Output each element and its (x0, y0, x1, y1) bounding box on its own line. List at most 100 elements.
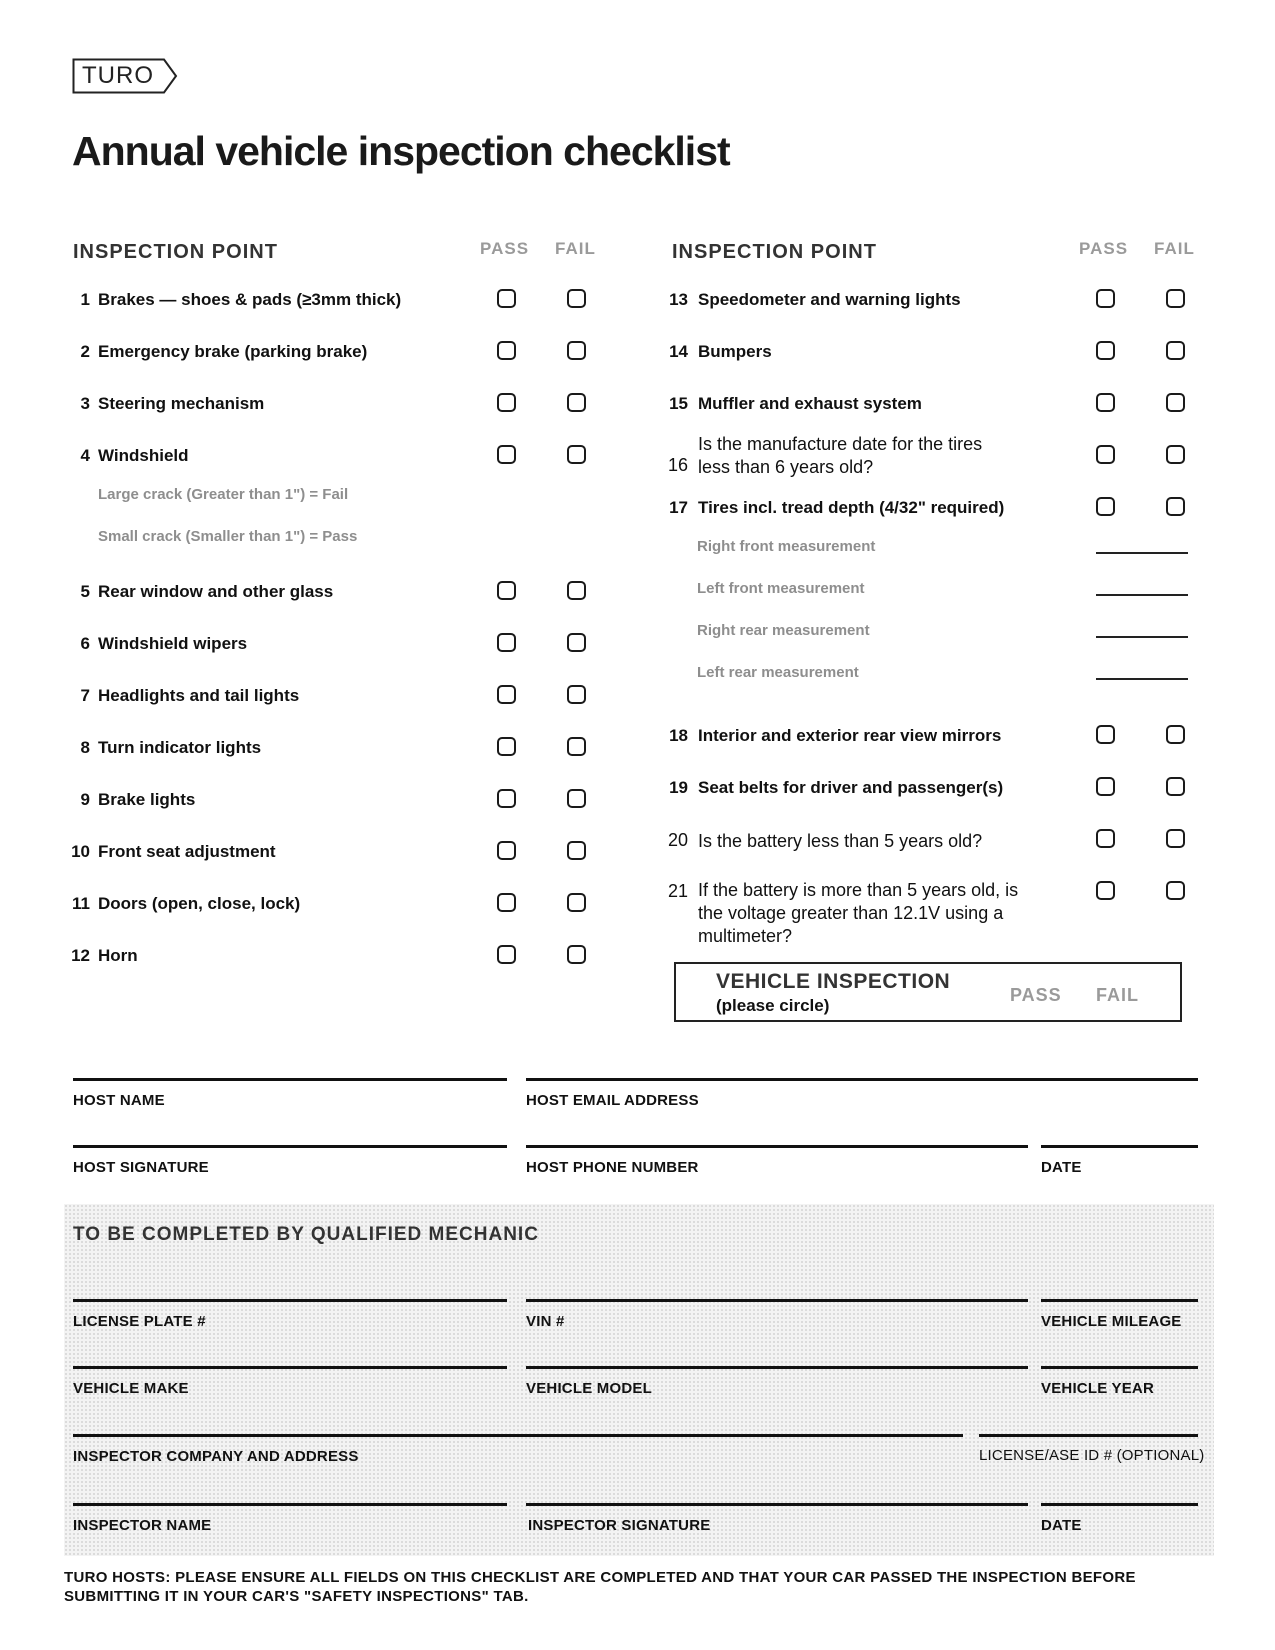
mileage-line[interactable] (1041, 1299, 1198, 1302)
host-name-line[interactable] (73, 1078, 507, 1081)
checklist-row: 20 Is the battery less than 5 years old? (658, 827, 1218, 853)
footer-note: TURO HOSTS: PLEASE ENSURE ALL FIELDS ON … (64, 1569, 1136, 1605)
pass-checkbox[interactable] (1096, 341, 1115, 360)
pass-checkbox[interactable] (497, 841, 516, 860)
pass-checkbox[interactable] (497, 289, 516, 308)
pass-checkbox[interactable] (1096, 497, 1115, 516)
host-email-line[interactable] (526, 1078, 1198, 1081)
vehicle-year-line[interactable] (1041, 1366, 1198, 1369)
pass-checkbox[interactable] (1096, 881, 1115, 900)
fail-checkbox[interactable] (567, 945, 586, 964)
pass-checkbox[interactable] (497, 945, 516, 964)
fail-checkbox[interactable] (567, 685, 586, 704)
vehicle-inspection-fail[interactable]: FAIL (1096, 985, 1139, 1006)
item-number: 3 (80, 394, 90, 413)
inspector-company-line[interactable] (73, 1434, 963, 1437)
pass-checkbox[interactable] (1096, 289, 1115, 308)
fail-checkbox[interactable] (1166, 393, 1185, 412)
inspector-signature-line[interactable] (526, 1503, 1028, 1506)
inspector-name-label: INSPECTOR NAME (73, 1517, 212, 1534)
fail-checkbox[interactable] (567, 581, 586, 600)
item-number: 13 (669, 290, 688, 309)
fail-checkbox[interactable] (567, 737, 586, 756)
host-phone-label: HOST PHONE NUMBER (526, 1159, 699, 1176)
pass-checkbox[interactable] (497, 445, 516, 464)
checklist-row: 4 Windshield (60, 443, 620, 469)
license-plate-line[interactable] (73, 1299, 507, 1302)
item-number: 21 (667, 881, 688, 901)
fail-checkbox[interactable] (567, 341, 586, 360)
tread-measurement-field[interactable] (1096, 636, 1188, 638)
fail-checkbox[interactable] (567, 893, 586, 912)
item-label: Brakes — shoes & pads (≥3mm thick) (98, 290, 402, 309)
pass-checkbox[interactable] (1096, 725, 1115, 744)
fail-checkbox[interactable] (1166, 777, 1185, 796)
fail-checkbox[interactable] (567, 841, 586, 860)
item-label: Windshield wipers (98, 634, 248, 653)
host-email-label: HOST EMAIL ADDRESS (526, 1092, 699, 1109)
pass-checkbox[interactable] (1096, 445, 1115, 464)
inspector-date-label: DATE (1041, 1517, 1082, 1534)
vehicle-model-line[interactable] (526, 1366, 1028, 1369)
pass-checkbox[interactable] (497, 581, 516, 600)
item-number: 2 (80, 342, 90, 361)
item-label: Brake lights (98, 790, 196, 809)
pass-checkbox[interactable] (1096, 393, 1115, 412)
item-label: Steering mechanism (98, 394, 265, 413)
fail-checkbox[interactable] (1166, 881, 1185, 900)
pass-checkbox[interactable] (497, 393, 516, 412)
pass-checkbox[interactable] (497, 789, 516, 808)
checklist-row: 19 Seat belts for driver and passenger(s) (658, 775, 1218, 801)
right-fail-header: FAIL (1154, 239, 1195, 258)
fail-checkbox[interactable] (1166, 725, 1185, 744)
item-number: 12 (71, 946, 90, 965)
host-date-label: DATE (1041, 1159, 1082, 1176)
item-number: 1 (80, 290, 90, 309)
fail-checkbox[interactable] (1166, 445, 1185, 464)
vin-line[interactable] (526, 1299, 1028, 1302)
host-date-line[interactable] (1041, 1145, 1198, 1148)
pass-checkbox[interactable] (497, 737, 516, 756)
license-ase-line[interactable] (979, 1434, 1198, 1437)
checklist-row: 14 Bumpers (658, 339, 1218, 365)
pass-checkbox[interactable] (1096, 829, 1115, 848)
host-signature-line[interactable] (73, 1145, 507, 1148)
inspector-name-line[interactable] (73, 1503, 507, 1506)
fail-checkbox[interactable] (567, 393, 586, 412)
tread-measurement-field[interactable] (1096, 594, 1188, 596)
item-number: 16 (667, 455, 688, 475)
fail-checkbox[interactable] (567, 789, 586, 808)
fail-checkbox[interactable] (1166, 341, 1185, 360)
checklist-row: 15 Muffler and exhaust system (658, 391, 1218, 417)
inspector-date-line[interactable] (1041, 1503, 1198, 1506)
pass-checkbox[interactable] (1096, 777, 1115, 796)
item-number: 10 (71, 842, 90, 861)
pass-checkbox[interactable] (497, 893, 516, 912)
right-pass-header: PASS (1079, 239, 1129, 258)
pass-checkbox[interactable] (497, 685, 516, 704)
host-phone-line[interactable] (526, 1145, 1028, 1148)
item-label: Muffler and exhaust system (698, 394, 922, 413)
item-label: Emergency brake (parking brake) (98, 342, 368, 361)
host-signature-label: HOST SIGNATURE (73, 1159, 209, 1176)
pass-checkbox[interactable] (497, 341, 516, 360)
checklist-row: 3 Steering mechanism (60, 391, 620, 417)
checklist-row: 13 Speedometer and warning lights (658, 287, 1218, 313)
pass-checkbox[interactable] (497, 633, 516, 652)
fail-checkbox[interactable] (1166, 829, 1185, 848)
fail-checkbox[interactable] (1166, 497, 1185, 516)
checklist-row: 12 Horn (60, 943, 620, 969)
windshield-note: Small crack (Smaller than 1") = Pass (98, 528, 358, 545)
vehicle-inspection-pass[interactable]: PASS (1010, 985, 1062, 1006)
item-label: Rear window and other glass (98, 582, 334, 601)
fail-checkbox[interactable] (567, 289, 586, 308)
tread-measurement-field[interactable] (1096, 678, 1188, 680)
vehicle-make-line[interactable] (73, 1366, 507, 1369)
fail-checkbox[interactable] (567, 633, 586, 652)
tread-measurement-field[interactable] (1096, 552, 1188, 554)
item-number: 4 (80, 446, 90, 465)
checklist-row: 16 Is the manufacture date for the tires … (658, 434, 1218, 477)
host-name-label: HOST NAME (73, 1092, 165, 1109)
fail-checkbox[interactable] (567, 445, 586, 464)
fail-checkbox[interactable] (1166, 289, 1185, 308)
